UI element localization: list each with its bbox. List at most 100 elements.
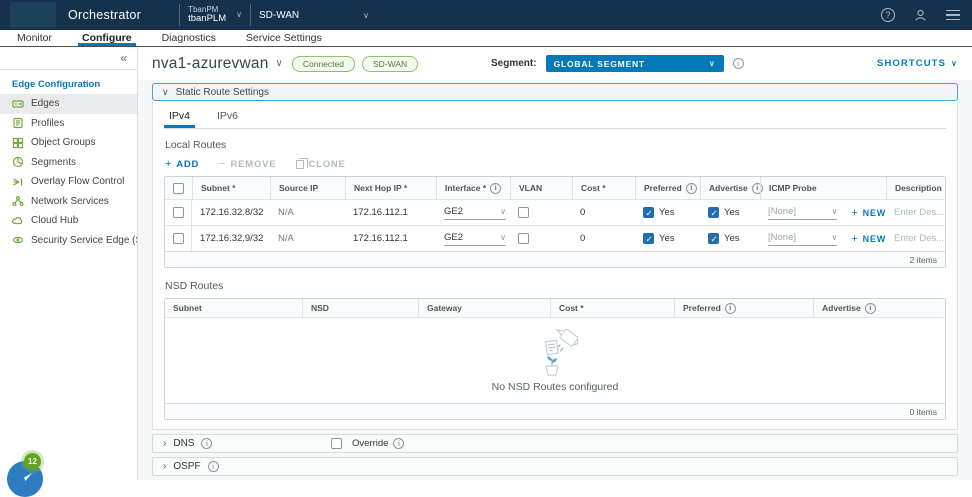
ospf-section-header[interactable]: › OSPF i — [152, 457, 958, 476]
ip-version-tabs: IPv4 IPv6 — [163, 110, 946, 129]
source-ip-value: N/A — [278, 233, 294, 244]
chevron-down-icon[interactable]: ∨ — [276, 58, 283, 69]
tab-ipv6[interactable]: IPv6 — [217, 110, 238, 128]
description-input[interactable] — [894, 207, 960, 218]
sidebar-item-cloud-hub[interactable]: Cloud Hub — [0, 211, 137, 231]
info-icon[interactable]: i — [207, 461, 219, 472]
col-icmp-probe: ICMP Probe — [760, 177, 886, 199]
sidebar-item-label: Edges — [31, 98, 60, 110]
local-routes-actions: + ADD − REMOVE CLONE — [164, 157, 946, 170]
col-cost: Cost * — [550, 299, 674, 317]
empty-state-illustration — [544, 328, 579, 376]
advertise-checkbox[interactable] — [708, 233, 719, 245]
select-all-checkbox[interactable] — [173, 182, 184, 194]
col-interface: Interface * — [445, 183, 487, 193]
main-content: nva1-azurevwan ∨ Connected SD-WAN Segmen… — [138, 47, 972, 480]
remove-route-button[interactable]: − REMOVE — [219, 158, 276, 170]
description-input[interactable] — [894, 233, 960, 244]
cost-value: 0 — [580, 207, 586, 218]
col-source-ip: Source IP — [270, 177, 345, 199]
icmp-probe-select[interactable]: [None] ∨ — [768, 232, 838, 246]
col-next-hop: Next Hop IP * — [345, 177, 436, 199]
sidebar-item-overlay-flow-control[interactable]: Overlay Flow Control — [0, 172, 137, 192]
section-label: DNS — [173, 438, 195, 449]
status-badge-sdwan: SD-WAN — [361, 55, 419, 72]
sidebar-item-label: Profiles — [31, 117, 65, 129]
tab-service-settings[interactable]: Service Settings — [246, 30, 322, 46]
info-icon[interactable]: i — [490, 182, 502, 194]
row-checkbox[interactable] — [173, 233, 184, 244]
security-service-edge-icon — [12, 234, 24, 246]
add-route-button[interactable]: + ADD — [165, 158, 199, 170]
dns-override-checkbox[interactable] — [331, 438, 342, 449]
plus-icon: + — [851, 206, 859, 219]
override-label: Override — [352, 438, 389, 449]
interface-select[interactable]: GE2 ∨ — [444, 232, 506, 246]
advertise-checkbox[interactable] — [708, 207, 719, 219]
tab-monitor[interactable]: Monitor — [17, 30, 52, 46]
sidebar-item-object-groups[interactable]: Object Groups — [0, 133, 137, 153]
info-icon[interactable]: i — [724, 302, 736, 314]
sidebar-item-label: Overlay Flow Control — [31, 176, 125, 188]
scroll-area[interactable]: ∨ Static Route Settings IPv4 IPv6 Local … — [138, 80, 972, 480]
divider — [179, 4, 181, 26]
static-route-settings-header[interactable]: ∨ Static Route Settings — [152, 83, 958, 101]
table-row: 172.16.32.8/32 N/A 172.16.112.1 GE2∨ 0 Y… — [165, 199, 960, 225]
product-switcher[interactable]: SD-WAN ∨ — [259, 10, 369, 21]
sidebar-item-security-service-edge[interactable]: Security Service Edge (SS.. — [0, 231, 137, 251]
table-header-row: Subnet * Source IP Next Hop IP * Interfa… — [165, 177, 945, 199]
col-preferred: Preferred — [683, 303, 721, 313]
info-icon[interactable]: i — [685, 182, 697, 194]
new-probe-button[interactable]: + NEW — [851, 207, 886, 219]
notification-badge[interactable]: 12 — [24, 453, 41, 470]
sidebar-item-segments[interactable]: Segments — [0, 153, 137, 173]
chevron-down-icon: ∨ — [500, 206, 506, 216]
subnet-value: 172.16.32.9/32 — [200, 233, 264, 244]
icmp-probe-select[interactable]: [None] ∨ — [768, 206, 838, 220]
segment-label: Segment: — [491, 58, 537, 69]
preferred-checkbox[interactable] — [643, 233, 654, 245]
minus-icon: − — [219, 158, 227, 170]
source-ip-value: N/A — [278, 207, 294, 218]
edge-icon — [12, 98, 24, 110]
col-advertise: Advertise — [709, 183, 748, 193]
segment-select[interactable]: GLOBAL SEGMENT ∨ — [545, 55, 724, 72]
info-icon[interactable]: i — [393, 438, 405, 449]
help-icon[interactable]: ? — [881, 8, 895, 22]
sidebar-collapse-icon[interactable]: « — [120, 52, 127, 64]
col-gateway: Gateway — [418, 299, 550, 317]
dns-section-header[interactable]: › DNS i Override i — [152, 434, 958, 453]
table-footer: 2 items — [165, 251, 945, 267]
local-routes-table: Subnet * Source IP Next Hop IP * Interfa… — [164, 176, 960, 268]
tab-configure[interactable]: Configure — [78, 30, 136, 46]
info-icon[interactable]: i — [732, 58, 744, 69]
vlan-checkbox[interactable] — [518, 233, 529, 244]
status-badge-connected: Connected — [291, 55, 355, 72]
shortcuts-button[interactable]: SHORTCUTS ∨ — [877, 58, 958, 69]
info-icon[interactable]: i — [864, 302, 876, 314]
chevron-down-icon: ∨ — [500, 232, 506, 242]
new-probe-button[interactable]: + NEW — [851, 233, 886, 245]
col-cost: Cost * — [572, 177, 635, 199]
tenant-name: tbanPLM — [188, 13, 227, 25]
menu-icon[interactable] — [946, 9, 960, 21]
sidebar-item-label: Network Services — [31, 195, 109, 207]
row-checkbox[interactable] — [173, 207, 184, 218]
plus-icon: + — [165, 158, 173, 170]
tab-diagnostics[interactable]: Diagnostics — [162, 30, 216, 46]
sidebar-item-network-services[interactable]: Network Services — [0, 192, 137, 212]
primary-nav: Monitor Configure Diagnostics Service Se… — [0, 30, 972, 47]
preferred-checkbox[interactable] — [643, 207, 654, 219]
user-icon[interactable] — [913, 8, 928, 23]
sidebar-item-profiles[interactable]: Profiles — [0, 114, 137, 134]
tab-ipv4[interactable]: IPv4 — [163, 110, 196, 128]
vlan-checkbox[interactable] — [518, 207, 529, 218]
chevron-right-icon: › — [163, 461, 167, 472]
interface-select[interactable]: GE2 ∨ — [444, 206, 506, 220]
table-row: 172.16.32.9/32 N/A 172.16.112.1 GE2∨ 0 Y… — [165, 225, 960, 251]
info-icon[interactable]: i — [201, 438, 213, 449]
clone-route-button[interactable]: CLONE — [296, 157, 345, 170]
sidebar-item-edges[interactable]: Edges — [0, 94, 137, 114]
top-bar: Orchestrator TbanPM tbanPLM ∨ SD-WAN ∨ ? — [0, 0, 972, 30]
tenant-switcher[interactable]: TbanPM tbanPLM ∨ — [188, 5, 242, 25]
